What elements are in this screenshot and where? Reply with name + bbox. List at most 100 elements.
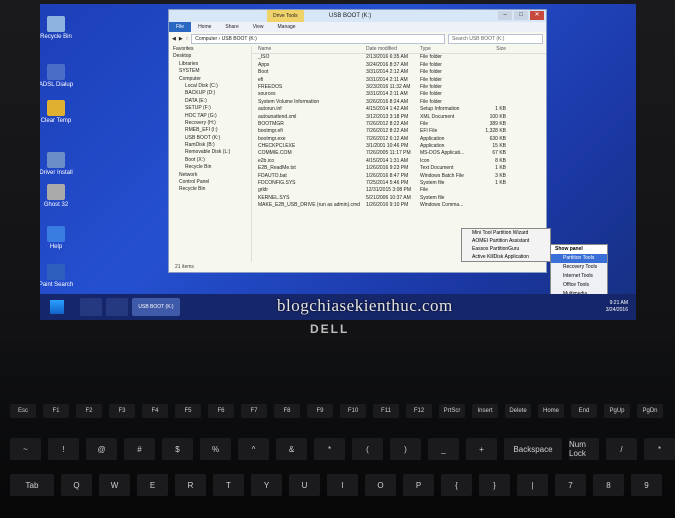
ribbon-tab[interactable]: Manage	[271, 22, 303, 32]
keyboard-key[interactable]: 9	[631, 474, 662, 496]
keyboard-key[interactable]: Tab	[10, 474, 54, 496]
keyboard-key[interactable]: F9	[307, 404, 333, 418]
ribbon-tab[interactable]: File	[169, 22, 192, 32]
desktop-icon[interactable]: Clear Temp	[40, 100, 86, 124]
keyboard-key[interactable]: ^	[238, 438, 269, 460]
keyboard-key[interactable]: T	[213, 474, 244, 496]
start-button[interactable]	[50, 300, 64, 314]
nav-item[interactable]: USB BOOT (K:)	[173, 135, 251, 142]
keyboard-key[interactable]: %	[200, 438, 231, 460]
tray-menu-item[interactable]: Office Tools	[551, 281, 607, 290]
file-row[interactable]: BOOTMGR 7/26/2012 8:22 AM File 389 KB	[252, 121, 546, 128]
keyboard-key[interactable]: O	[365, 474, 396, 496]
close-icon[interactable]: ✕	[530, 11, 544, 20]
desktop-icon[interactable]: Driver Install	[40, 152, 86, 176]
keyboard-key[interactable]: (	[352, 438, 383, 460]
column-header[interactable]: Type	[420, 46, 478, 53]
desktop-icon[interactable]: Help	[40, 226, 86, 250]
nav-item[interactable]: Favorites	[173, 46, 251, 53]
nav-item[interactable]: Recycle Bin	[173, 186, 251, 193]
keyboard-key[interactable]: Esc	[10, 404, 36, 418]
file-row[interactable]: CHECKPCI.EXE 3/1/2001 10:46 PM Application…	[252, 143, 546, 150]
nav-item[interactable]: Control Panel	[173, 179, 251, 186]
nav-item[interactable]: RMEB_EFI (I:)	[173, 127, 251, 134]
keyboard-key[interactable]: F11	[373, 404, 399, 418]
ribbon-tab[interactable]: View	[246, 22, 271, 32]
keyboard-key[interactable]: Delete	[505, 404, 531, 418]
nav-item[interactable]: HOC TAP (G:)	[173, 113, 251, 120]
address-bar[interactable]: Computer › USB BOOT (K:)	[191, 34, 445, 44]
file-row[interactable]: System Volume Information 3/26/2016 8:24 …	[252, 99, 546, 106]
nav-item[interactable]: Desktop	[173, 53, 251, 60]
keyboard-key[interactable]: /	[606, 438, 637, 460]
keyboard-key[interactable]: F7	[241, 404, 267, 418]
submenu-item[interactable]: Eassos PartitionGuru	[462, 245, 550, 253]
nav-item[interactable]: Recovery (H:)	[173, 120, 251, 127]
maximize-icon[interactable]: □	[514, 11, 528, 20]
file-row[interactable]: MAKE_E2B_USB_DRIVE (run as admin).cmd 1/2…	[252, 202, 546, 209]
file-row[interactable]: efi 3/31/2014 2:11 AM File folder	[252, 77, 546, 84]
keyboard-key[interactable]: PgUp	[604, 404, 630, 418]
file-row[interactable]: KERNEL.SYS 5/21/2006 10:37 AM System file	[252, 195, 546, 202]
keyboard-key[interactable]: 7	[555, 474, 586, 496]
taskbar-app-icon[interactable]	[106, 298, 128, 316]
keyboard-key[interactable]: PgDn	[637, 404, 663, 418]
keyboard-key[interactable]: *	[644, 438, 675, 460]
keyboard-key[interactable]: &	[276, 438, 307, 460]
tray-menu-item[interactable]: Partition Tools	[551, 254, 607, 263]
keyboard-key[interactable]: |	[517, 474, 548, 496]
keyboard-key[interactable]: Home	[538, 404, 564, 418]
submenu-item[interactable]: Active KillDisk Application	[462, 253, 550, 261]
file-row[interactable]: sources 3/31/2014 2:11 AM File folder	[252, 91, 546, 98]
desktop-icon[interactable]: ADSL Dialup	[40, 64, 86, 88]
nav-item[interactable]: Network	[173, 172, 251, 179]
keyboard-key[interactable]: F1	[43, 404, 69, 418]
desktop-icon[interactable]: Paint Search	[40, 264, 86, 288]
file-row[interactable]: bootmgr.efi 7/26/2012 8:22 AM EFI File 1,32…	[252, 128, 546, 135]
ribbon-tab[interactable]: Share	[218, 22, 245, 32]
keyboard-key[interactable]: *	[314, 438, 345, 460]
keyboard-key[interactable]: Y	[251, 474, 282, 496]
keyboard-key[interactable]: PrtScr	[439, 404, 465, 418]
context-tab[interactable]: Drive Tools	[267, 10, 304, 22]
keyboard-key[interactable]: Num Lock	[569, 438, 599, 460]
up-icon[interactable]: ↑	[186, 36, 189, 42]
keyboard-key[interactable]: Insert	[472, 404, 498, 418]
desktop-icon[interactable]: Ghost 32	[40, 184, 86, 208]
keyboard-key[interactable]: W	[99, 474, 130, 496]
file-row[interactable]: autorun.inf 4/15/2014 1:42 AM Setup Inform…	[252, 106, 546, 113]
nav-item[interactable]: Computer	[173, 76, 251, 83]
submenu-item[interactable]: AOMEI Partition Assistant	[462, 237, 550, 245]
tray-menu-item[interactable]: Show panel	[551, 245, 607, 254]
file-row[interactable]: FREEDOS 3/23/2016 11:32 AM File folder	[252, 84, 546, 91]
keyboard-key[interactable]: ~	[10, 438, 41, 460]
keyboard-key[interactable]: F8	[274, 404, 300, 418]
nav-item[interactable]: Local Disk (C:)	[173, 83, 251, 90]
keyboard-key[interactable]: }	[479, 474, 510, 496]
keyboard-key[interactable]: 8	[593, 474, 624, 496]
file-row[interactable]: bootmgr.exe 7/26/2012 6:12 AM Application 6…	[252, 136, 546, 143]
file-row[interactable]: e2b.ico 4/15/2014 1:31 AM Icon 8 KB	[252, 158, 546, 165]
keyboard-key[interactable]: {	[441, 474, 472, 496]
file-row[interactable]: FDCONFIG.SYS 7/25/2014 5:46 PM System file…	[252, 180, 546, 187]
nav-item[interactable]: BACKUP (D:)	[173, 90, 251, 97]
keyboard-key[interactable]: P	[403, 474, 434, 496]
file-row[interactable]: grldr 12/31/2015 3:08 PM File	[252, 187, 546, 194]
file-row[interactable]: autounattend.xml 3/12/2013 3:18 PM XML Doc…	[252, 114, 546, 121]
keyboard-key[interactable]: U	[289, 474, 320, 496]
keyboard-key[interactable]: +	[466, 438, 497, 460]
keyboard-key[interactable]: E	[137, 474, 168, 496]
file-row[interactable]: _ISO 2/13/2016 6:35 AM File folder	[252, 54, 546, 61]
file-row[interactable]: E2B_ReadMe.txt 1/26/2016 9:23 PM Text Docu…	[252, 165, 546, 172]
taskbar-app-icon[interactable]	[80, 298, 102, 316]
file-row[interactable]: FDAUTO.bat 1/26/2016 8:47 PM Windows Batch…	[252, 173, 546, 180]
title-bar[interactable]: Drive Tools USB BOOT (K:) – □ ✕	[169, 10, 546, 22]
nav-item[interactable]: RamDisk (B:)	[173, 142, 251, 149]
keyboard-key[interactable]: End	[571, 404, 597, 418]
keyboard-key[interactable]: F12	[406, 404, 432, 418]
tray-menu-item[interactable]: Recovery Tools	[551, 263, 607, 272]
keyboard-key[interactable]: F10	[340, 404, 366, 418]
submenu-item[interactable]: Mini Tool Partition Wizard	[462, 229, 550, 237]
tray-menu-item[interactable]: Internet Tools	[551, 272, 607, 281]
keyboard-key[interactable]: F3	[109, 404, 135, 418]
